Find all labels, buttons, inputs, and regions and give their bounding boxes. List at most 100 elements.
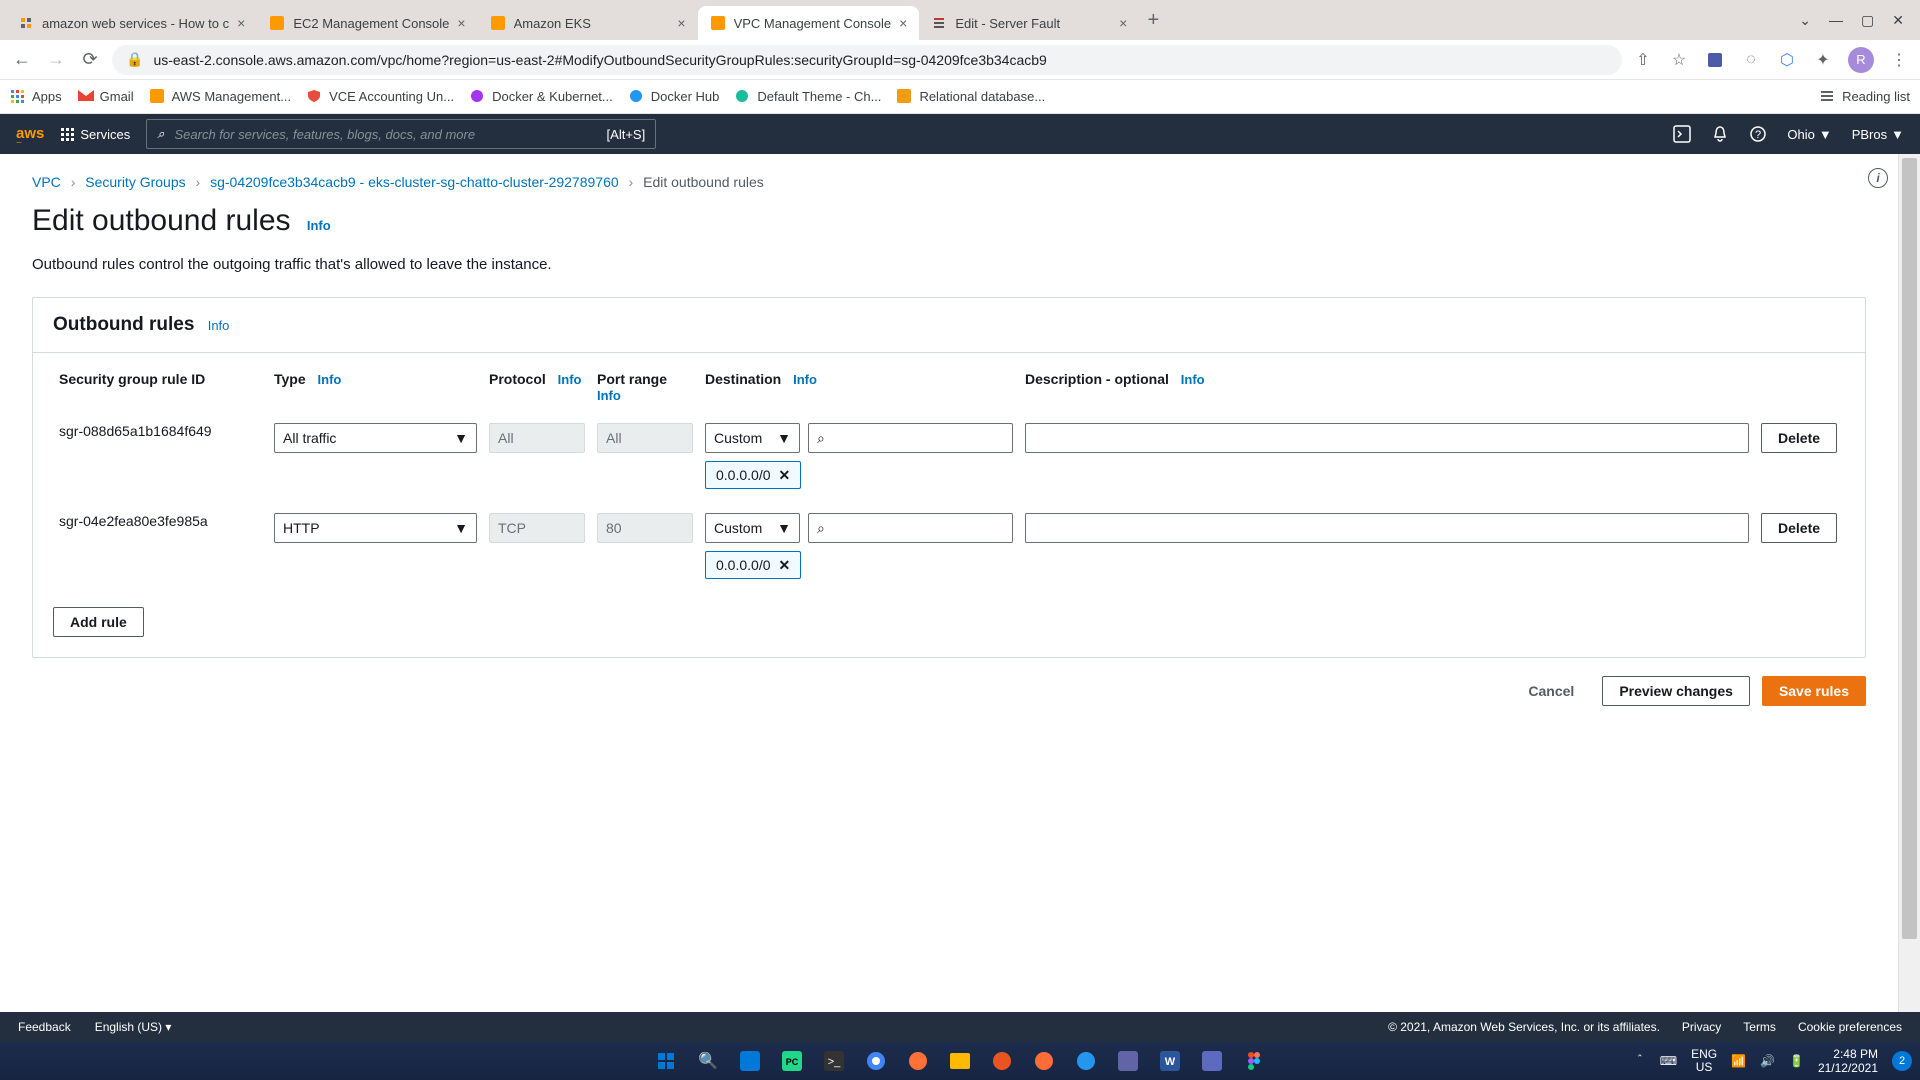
account-menu[interactable]: PBros ▼ — [1852, 127, 1904, 142]
help-icon[interactable]: ? — [1749, 125, 1767, 143]
extension-icon[interactable]: ⬡ — [1776, 49, 1798, 71]
delete-button[interactable]: Delete — [1761, 513, 1837, 543]
extension-icon[interactable] — [1704, 49, 1726, 71]
close-icon[interactable]: × — [1119, 15, 1127, 31]
type-select[interactable]: HTTP▼ — [274, 513, 477, 543]
star-icon[interactable]: ☆ — [1668, 49, 1690, 71]
notification-badge[interactable]: 2 — [1892, 1051, 1912, 1071]
forward-button[interactable]: → — [44, 49, 68, 70]
browser-tab[interactable]: Amazon EKS × — [478, 6, 698, 40]
word-icon[interactable]: W — [1153, 1046, 1187, 1076]
reading-list[interactable]: Reading list — [1820, 89, 1910, 105]
terminal-icon[interactable]: >_ — [817, 1046, 851, 1076]
bookmark-docker-k8s[interactable]: Docker & Kubernet... — [470, 89, 613, 105]
cloudshell-icon[interactable] — [1673, 125, 1691, 143]
terms-link[interactable]: Terms — [1743, 1020, 1776, 1034]
notifications-icon[interactable] — [1711, 125, 1729, 143]
region-selector[interactable]: Ohio ▼ — [1787, 127, 1831, 142]
scrollbar-thumb[interactable] — [1902, 158, 1917, 939]
cancel-button[interactable]: Cancel — [1512, 676, 1590, 706]
profile-avatar[interactable]: R — [1848, 47, 1874, 73]
clock[interactable]: 2:48 PM21/12/2021 — [1818, 1047, 1878, 1075]
bookmark-theme[interactable]: Default Theme - Ch... — [735, 89, 881, 105]
wifi-icon[interactable]: 📶 — [1731, 1054, 1746, 1068]
remove-tag-icon[interactable]: ✕ — [779, 557, 791, 574]
vscode-icon[interactable] — [733, 1046, 767, 1076]
browser-tab[interactable]: amazon web services - How to c × — [6, 6, 257, 40]
close-icon[interactable]: × — [899, 15, 907, 31]
maximize-icon[interactable]: ▢ — [1861, 12, 1874, 29]
save-rules-button[interactable]: Save rules — [1762, 676, 1866, 706]
chrome-icon[interactable] — [859, 1046, 893, 1076]
close-icon[interactable]: × — [457, 15, 465, 31]
description-input[interactable] — [1025, 513, 1749, 543]
bookmark-vce[interactable]: VCE Accounting Un... — [307, 89, 454, 105]
close-icon[interactable]: × — [237, 15, 245, 31]
tray-overflow-icon[interactable]: ＾ — [1634, 1053, 1646, 1070]
info-link[interactable]: Info — [597, 388, 621, 403]
info-link[interactable]: Info — [208, 318, 230, 333]
aws-search[interactable]: ⌕ Search for services, features, blogs, … — [146, 119, 656, 149]
browser-tab[interactable]: Edit - Server Fault × — [919, 6, 1139, 40]
feedback-link[interactable]: Feedback — [18, 1020, 71, 1034]
chevron-down-icon[interactable]: ⌄ — [1799, 12, 1811, 29]
preview-changes-button[interactable]: Preview changes — [1602, 676, 1750, 706]
info-link[interactable]: Info — [1181, 372, 1205, 387]
search-button[interactable]: 🔍 — [691, 1046, 725, 1076]
new-tab-button[interactable]: + — [1139, 9, 1167, 32]
extension-icon[interactable]: ◌ — [1740, 49, 1762, 71]
url-bar[interactable]: 🔒 us-east-2.console.aws.amazon.com/vpc/h… — [112, 45, 1622, 75]
add-rule-button[interactable]: Add rule — [53, 607, 144, 637]
destination-mode-select[interactable]: Custom▼ — [705, 423, 800, 453]
cookie-preferences-link[interactable]: Cookie preferences — [1798, 1020, 1902, 1034]
battery-icon[interactable]: 🔋 — [1789, 1054, 1804, 1068]
close-window-icon[interactable]: ✕ — [1892, 12, 1904, 29]
app-icon[interactable] — [1195, 1046, 1229, 1076]
browser-tab-active[interactable]: VPC Management Console × — [698, 6, 920, 40]
services-menu[interactable]: Services — [60, 127, 130, 142]
destination-search[interactable]: ⌕ — [808, 513, 1013, 543]
pycharm-icon[interactable]: PC — [775, 1046, 809, 1076]
explorer-icon[interactable] — [943, 1046, 977, 1076]
ubuntu-icon[interactable] — [985, 1046, 1019, 1076]
breadcrumb-sg-id[interactable]: sg-04209fce3b34cacb9 - eks-cluster-sg-ch… — [210, 174, 619, 190]
figma-icon[interactable] — [1237, 1046, 1271, 1076]
description-input[interactable] — [1025, 423, 1749, 453]
minimize-icon[interactable]: — — [1829, 12, 1843, 29]
start-button[interactable] — [649, 1046, 683, 1076]
bookmark-dockerhub[interactable]: Docker Hub — [629, 89, 720, 105]
share-icon[interactable]: ⇧ — [1632, 49, 1654, 71]
info-link[interactable]: Info — [307, 218, 331, 233]
privacy-link[interactable]: Privacy — [1682, 1020, 1721, 1034]
delete-button[interactable]: Delete — [1761, 423, 1837, 453]
docker-icon[interactable] — [1069, 1046, 1103, 1076]
bookmark-aws[interactable]: AWS Management... — [150, 89, 291, 105]
browser-tab[interactable]: EC2 Management Console × — [257, 6, 477, 40]
breadcrumb-security-groups[interactable]: Security Groups — [85, 174, 185, 190]
scrollbar[interactable] — [1898, 154, 1920, 1022]
info-panel-toggle[interactable]: i — [1868, 168, 1888, 188]
back-button[interactable]: ← — [10, 49, 34, 70]
apps-shortcut[interactable]: Apps — [10, 89, 62, 105]
keyboard-icon[interactable]: ⌨ — [1660, 1054, 1677, 1068]
remove-tag-icon[interactable]: ✕ — [779, 467, 791, 484]
language-selector[interactable]: English (US) ▾ — [95, 1020, 172, 1034]
postman-icon[interactable] — [1027, 1046, 1061, 1076]
destination-mode-select[interactable]: Custom▼ — [705, 513, 800, 543]
bookmark-gmail[interactable]: Gmail — [78, 89, 134, 105]
extensions-icon[interactable]: ✦ — [1812, 49, 1834, 71]
info-link[interactable]: Info — [318, 372, 342, 387]
bookmark-reldb[interactable]: Relational database... — [897, 89, 1045, 105]
info-link[interactable]: Info — [558, 372, 582, 387]
language-indicator[interactable]: ENGUS — [1691, 1048, 1717, 1074]
reload-button[interactable]: ⟳ — [78, 49, 102, 70]
teams-icon[interactable] — [1111, 1046, 1145, 1076]
firefox-icon[interactable] — [901, 1046, 935, 1076]
menu-icon[interactable]: ⋮ — [1888, 49, 1910, 71]
aws-logo[interactable]: aws ⌣ — [16, 125, 44, 144]
breadcrumb-vpc[interactable]: VPC — [32, 174, 61, 190]
volume-icon[interactable]: 🔊 — [1760, 1054, 1775, 1068]
destination-search[interactable]: ⌕ — [808, 423, 1013, 453]
info-link[interactable]: Info — [793, 372, 817, 387]
type-select[interactable]: All traffic▼ — [274, 423, 477, 453]
